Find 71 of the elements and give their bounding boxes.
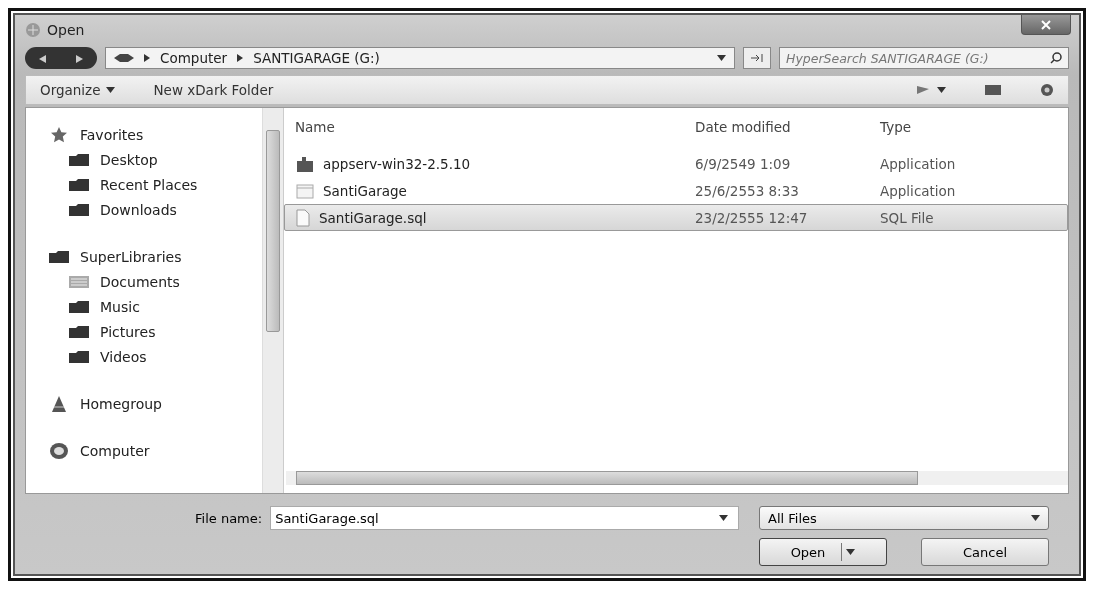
- horizontal-scrollbar[interactable]: [286, 471, 1068, 485]
- breadcrumb[interactable]: SANTIGARAGE (G:): [253, 50, 380, 66]
- file-name: appserv-win32-2.5.10: [323, 155, 471, 172]
- refresh-button[interactable]: [743, 47, 771, 69]
- caret-icon: [937, 87, 946, 93]
- back-icon: [39, 54, 47, 63]
- pane-icon: [984, 84, 1002, 96]
- new-folder-button[interactable]: New xDark Folder: [149, 80, 278, 100]
- column-header[interactable]: Name: [295, 119, 695, 135]
- sidebar-item[interactable]: Downloads: [48, 197, 259, 222]
- column-header[interactable]: Date modified: [695, 119, 880, 135]
- app-icon: [25, 22, 41, 38]
- folder-icon: [68, 202, 90, 217]
- scrollbar[interactable]: [262, 108, 283, 493]
- folder-icon: [68, 152, 90, 167]
- date-cell-text: 6/9/2549 1:09: [695, 155, 792, 172]
- disk-icon: [49, 441, 69, 460]
- address-bar[interactable]: Computer SANTIGARAGE (G:): [105, 47, 735, 69]
- star-icon: [50, 125, 68, 144]
- file-row[interactable]: appserv-win32-2.5.10 6/9/2549 1:09 Application: [284, 150, 1068, 177]
- sidebar-item[interactable]: Desktop: [48, 147, 259, 172]
- column-header[interactable]: Type: [880, 119, 1067, 135]
- folder-icon: [68, 177, 90, 192]
- window-title: Open: [47, 22, 85, 38]
- open-button[interactable]: Open: [759, 538, 887, 566]
- organize-menu[interactable]: Organize: [36, 80, 120, 100]
- sidebar-item[interactable]: Videos: [48, 344, 259, 369]
- sidebar-item[interactable]: Music: [48, 294, 259, 319]
- folder-icon: [68, 299, 90, 314]
- folder-icon: [68, 324, 90, 339]
- library-icon: [68, 274, 90, 289]
- forward-icon: [75, 54, 83, 63]
- caret-icon: [846, 549, 856, 555]
- type-cell-text: Application: [880, 182, 957, 199]
- sidebar-item[interactable]: Favorites: [48, 122, 259, 147]
- folder-icon: [48, 249, 70, 264]
- caret-icon: [719, 515, 728, 521]
- sidebar-item[interactable]: Pictures: [48, 319, 259, 344]
- search-field[interactable]: HyperSearch SANTIGARAGE (G:): [786, 48, 1050, 68]
- sidebar-item[interactable]: Homegroup: [48, 391, 259, 416]
- close-icon: [1041, 19, 1051, 30]
- date-cell-text: 23/2/2555 12:47: [695, 209, 809, 226]
- type-cell-text: Application: [880, 155, 957, 172]
- sidebar-item[interactable]: SuperLibraries: [48, 244, 259, 269]
- search-icon: [1050, 52, 1062, 64]
- file-name: SantiGarage.sql: [319, 209, 427, 226]
- file-name: SantiGarage: [323, 182, 407, 199]
- file-row[interactable]: SantiGarage.sql 23/2/2555 12:47 SQL File: [284, 204, 1068, 231]
- file-type-dropdown[interactable]: All Files: [759, 506, 1049, 530]
- file-name-label: File name:: [195, 510, 263, 526]
- sidebar-item[interactable]: Computer: [48, 438, 259, 463]
- folder-icon: [68, 349, 90, 364]
- type-cell-text: SQL File: [880, 209, 935, 226]
- caret-icon: [106, 87, 116, 93]
- search-box[interactable]: HyperSearch SANTIGARAGE (G:): [779, 47, 1069, 69]
- sidebar-item[interactable]: Recent Places: [48, 172, 259, 197]
- file-icon: [295, 208, 311, 227]
- view-icon: [915, 84, 931, 96]
- caret-icon: [717, 55, 726, 61]
- close-button[interactable]: [1021, 15, 1071, 35]
- chevron-icon: [237, 54, 244, 62]
- date-cell-text: 25/6/2553 8:33: [695, 182, 800, 199]
- blank-file-icon: [295, 181, 315, 200]
- cancel-button[interactable]: Cancel: [921, 538, 1049, 566]
- breadcrumb[interactable]: Computer: [160, 50, 228, 66]
- file-row[interactable]: SantiGarage 25/6/2553 8:33 Application: [284, 177, 1068, 204]
- caret-icon: [1031, 515, 1040, 521]
- installer-icon: [295, 154, 315, 173]
- sidebar-item[interactable]: Documents: [48, 269, 259, 294]
- chevron-icon: [144, 54, 150, 62]
- help-icon: [1040, 83, 1054, 97]
